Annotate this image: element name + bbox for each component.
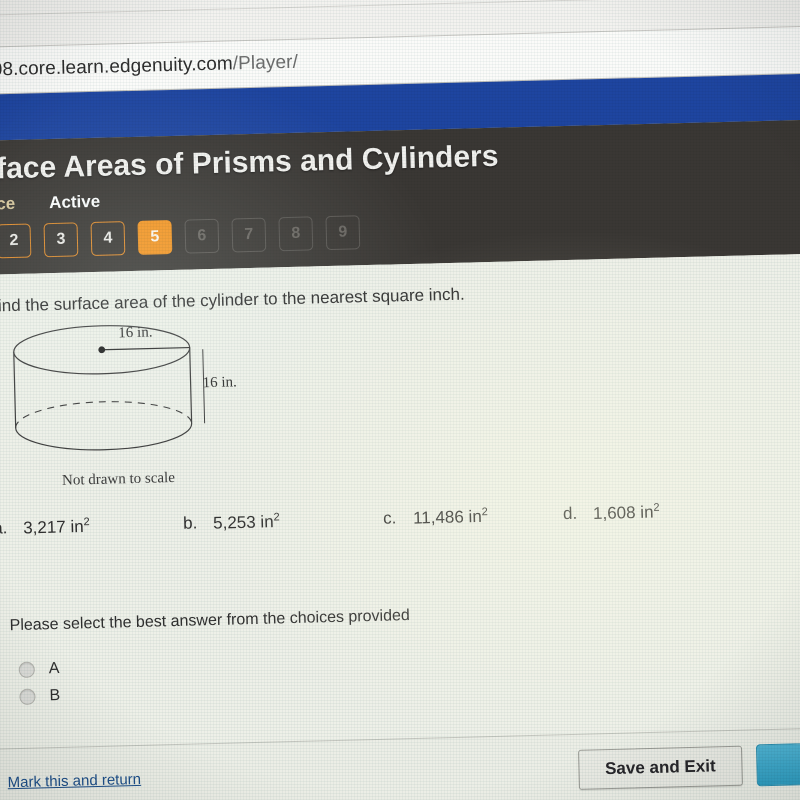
choice-a-number: 3,217 in	[22, 516, 84, 538]
photo-of-screen: s://r08.core.learn.edgenuity.com/Player/…	[0, 0, 800, 800]
footer-buttons: Save and Exit Next	[577, 741, 800, 791]
choice-a-letter: a.	[0, 518, 8, 538]
question-pill-4[interactable]: 4	[90, 221, 126, 257]
choice-a-value: 3,217 in2	[23, 516, 90, 538]
question-content: Find the surface area of the cylinder to…	[0, 252, 800, 750]
cylinder-figure: 16 in. 16 in. Not drawn to scale	[0, 315, 301, 505]
choice-d-letter: d.	[562, 503, 578, 524]
choice-c-letter: c.	[382, 508, 397, 528]
question-pill-7: 7	[231, 217, 267, 253]
select-instruction: Please select the best answer from the c…	[9, 606, 410, 634]
radio-icon-a[interactable]	[18, 661, 35, 678]
radio-label-b: B	[49, 686, 61, 704]
url-domain: r08.core.learn.edgenuity.com	[0, 53, 234, 81]
choice-c-value: 11,486 in2	[413, 506, 488, 529]
choice-a[interactable]: a. 3,217 in2	[0, 514, 183, 539]
choice-a-exponent: 2	[83, 516, 90, 529]
question-prompt: Find the surface area of the cylinder to…	[0, 284, 465, 316]
next-button[interactable]: Next	[756, 741, 800, 787]
question-pill-3[interactable]: 3	[43, 222, 79, 258]
tab-active[interactable]: Active	[49, 192, 101, 213]
choice-c-exponent: 2	[481, 506, 488, 519]
choice-c[interactable]: c. 11,486 in2	[383, 504, 563, 529]
choice-d-value: 1,608 in2	[593, 502, 660, 524]
question-pill-2[interactable]: 2	[0, 223, 32, 259]
choice-c-number: 11,486 in	[412, 506, 483, 528]
answer-radio-group: A B	[18, 639, 800, 705]
question-pill-6: 6	[184, 218, 220, 254]
choice-d-exponent: 2	[653, 501, 660, 514]
figure-caption: Not drawn to scale	[61, 469, 176, 489]
question-pill-9: 9	[325, 215, 361, 251]
height-label: 16 in.	[202, 374, 237, 392]
choice-b-value: 5,253 in2	[213, 511, 280, 533]
lesson-header: Surface Areas of Prisms and Cylinders Pr…	[0, 118, 800, 276]
choice-d[interactable]: d. 1,608 in2	[563, 502, 660, 525]
mark-this-and-return-link[interactable]: Mark this and return	[7, 770, 141, 790]
choice-b-exponent: 2	[273, 511, 280, 524]
address-bar-text: s://r08.core.learn.edgenuity.com/Player/	[0, 52, 298, 83]
choice-b[interactable]: b. 5,253 in2	[183, 509, 383, 535]
screen-area: s://r08.core.learn.edgenuity.com/Player/…	[0, 0, 800, 800]
save-and-exit-button[interactable]: Save and Exit	[577, 745, 744, 790]
radius-label: 16 in.	[118, 324, 153, 342]
tab-practice[interactable]: Practice	[0, 194, 15, 216]
choice-b-number: 5,253 in	[212, 512, 274, 533]
choice-b-letter: b.	[182, 513, 198, 533]
radio-icon-b[interactable]	[19, 688, 36, 705]
radio-label-a: A	[48, 659, 60, 677]
choice-d-number: 1,608 in	[592, 502, 654, 524]
answer-choices: a. 3,217 in2 b. 5,253 in2 c. 11,486 in2 …	[0, 497, 800, 540]
question-pill-5[interactable]: 5	[137, 219, 173, 255]
url-path: /Player/	[232, 51, 299, 75]
question-pill-8: 8	[278, 216, 314, 252]
